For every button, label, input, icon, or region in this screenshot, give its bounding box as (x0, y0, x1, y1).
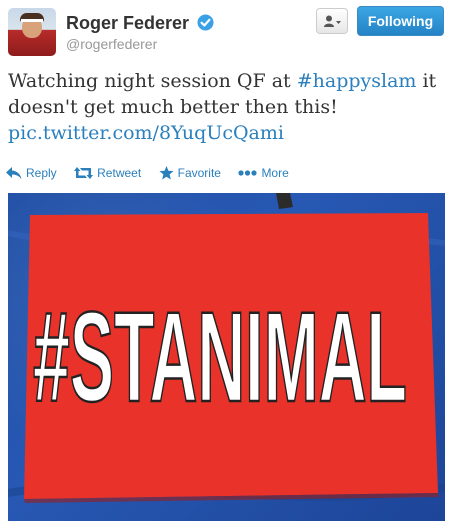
favorite-button[interactable]: Favorite (159, 165, 221, 180)
retweet-icon (74, 167, 94, 180)
tweet-text: Watching night session QF at #happyslam … (8, 68, 448, 146)
favorite-label: Favorite (177, 166, 221, 181)
reply-label: Reply (26, 166, 57, 181)
tweet-card: Roger Federer @rogerfederer Following Wa… (0, 0, 455, 528)
reply-button[interactable]: Reply (6, 165, 57, 180)
following-button[interactable]: Following (357, 6, 444, 36)
reply-icon (6, 167, 22, 180)
tweet-actions: Reply Retweet Favorite More (6, 164, 302, 182)
retweet-label: Retweet (97, 166, 142, 181)
tweet-photo[interactable]: #STANIMAL (8, 193, 445, 521)
verified-badge-icon (197, 14, 214, 31)
photo-canvas: #STANIMAL (8, 193, 445, 503)
tweet-text-before: Watching night session QF at (8, 70, 297, 92)
user-actions-button[interactable] (316, 8, 348, 34)
retweet-button[interactable]: Retweet (74, 165, 141, 180)
more-dots-icon (238, 170, 258, 176)
star-icon (159, 166, 174, 180)
more-label: More (261, 166, 289, 181)
display-name[interactable]: Roger Federer (66, 13, 189, 34)
avatar[interactable] (8, 8, 56, 56)
hashtag-link[interactable]: #happyslam (297, 70, 417, 92)
sign-text: #STANIMAL (33, 286, 407, 429)
media-link[interactable]: pic.twitter.com/8YuqUcQami (8, 122, 284, 144)
user-handle[interactable]: @rogerfederer (66, 36, 157, 52)
more-button[interactable]: More (238, 165, 289, 181)
person-icon (324, 15, 341, 27)
